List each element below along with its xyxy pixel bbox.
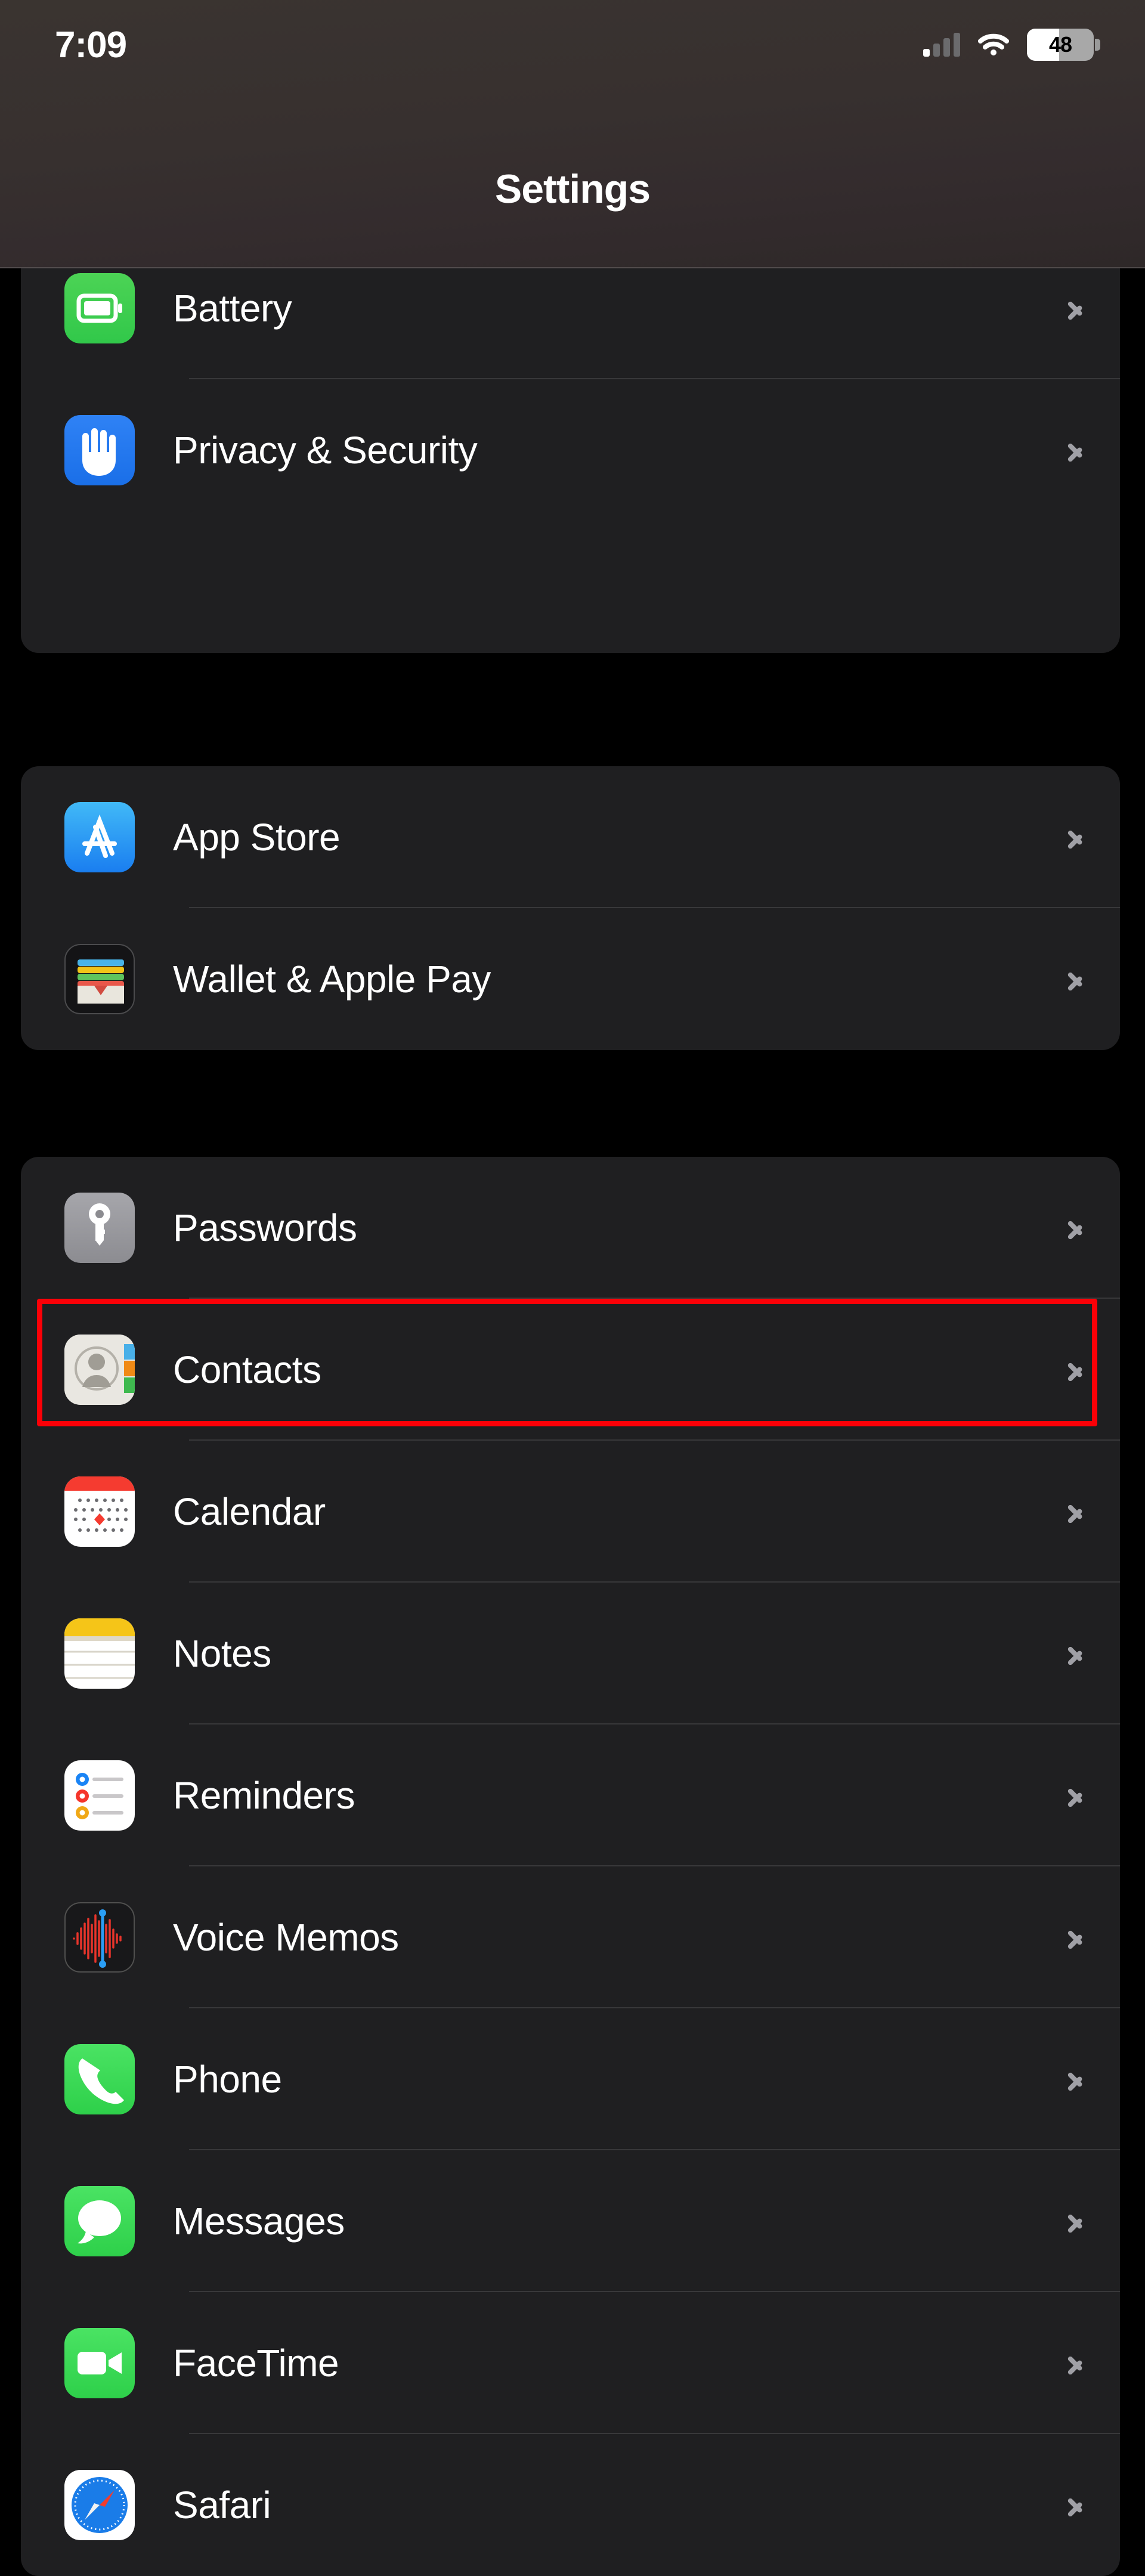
settings-list[interactable]: Exposure Notifications Battery <box>0 0 1145 2576</box>
chevron-right-icon <box>1067 1779 1085 1812</box>
settings-row-voice-memos[interactable]: Voice Memos <box>21 1866 1120 2008</box>
status-indicators: 48 <box>923 29 1100 61</box>
settings-group-store: App Store Wallet & Apple Pay <box>21 766 1120 1050</box>
settings-row-label: Passwords <box>173 1206 357 1249</box>
settings-row-label: Contacts <box>173 1348 321 1391</box>
chevron-right-icon <box>1067 1353 1085 1386</box>
settings-row-label: Phone <box>173 2058 282 2101</box>
settings-row-contacts[interactable]: Contacts <box>21 1299 1120 1441</box>
chevron-right-icon <box>1067 2205 1085 2238</box>
reminders-icon <box>64 1760 135 1831</box>
settings-row-label: Calendar <box>173 1490 326 1533</box>
passwords-key-icon <box>64 1193 135 1263</box>
settings-row-label: Messages <box>173 2200 345 2243</box>
chevron-right-icon <box>1067 2488 1085 2522</box>
battery-percent: 48 <box>1048 32 1072 57</box>
settings-row-facetime[interactable]: FaceTime <box>21 2292 1120 2434</box>
chevron-right-icon <box>1067 2063 1085 2096</box>
chevron-right-icon <box>1067 1637 1085 1670</box>
settings-row-privacy-security[interactable]: Privacy & Security <box>21 379 1120 521</box>
settings-row-label: App Store <box>173 816 341 859</box>
status-bar: 7:09 48 <box>0 0 1145 89</box>
facetime-icon <box>64 2328 135 2398</box>
chevron-right-icon <box>1067 434 1085 467</box>
battery-app-icon <box>64 273 135 343</box>
chevron-right-icon <box>1067 962 1085 996</box>
privacy-hand-icon <box>64 415 135 485</box>
settings-row-passwords[interactable]: Passwords <box>21 1157 1120 1299</box>
safari-icon <box>64 2470 135 2540</box>
settings-group-apps: Passwords Contacts Calendar Notes Remind… <box>21 1157 1120 2576</box>
settings-row-reminders[interactable]: Reminders <box>21 1724 1120 1866</box>
notes-icon <box>64 1618 135 1689</box>
settings-row-label: Privacy & Security <box>173 429 478 472</box>
messages-icon <box>64 2186 135 2256</box>
settings-row-label: Wallet & Apple Pay <box>173 958 491 1001</box>
settings-row-label: Battery <box>173 287 292 330</box>
chevron-right-icon <box>1067 1921 1085 1954</box>
contacts-icon <box>64 1335 135 1405</box>
page-title: Settings <box>494 166 651 212</box>
wifi-icon <box>978 33 1009 57</box>
voice-memos-icon <box>64 1902 135 1973</box>
settings-row-notes[interactable]: Notes <box>21 1583 1120 1724</box>
chevron-right-icon <box>1067 292 1085 325</box>
chevron-right-icon <box>1067 1495 1085 1528</box>
battery-icon: 48 <box>1027 29 1100 61</box>
settings-row-messages[interactable]: Messages <box>21 2150 1120 2292</box>
settings-row-label: Voice Memos <box>173 1916 399 1959</box>
status-clock: 7:09 <box>55 24 127 66</box>
settings-row-label: Reminders <box>173 1774 355 1817</box>
cellular-signal-icon <box>923 33 960 57</box>
settings-row-app-store[interactable]: App Store <box>21 766 1120 908</box>
app-store-icon <box>64 802 135 872</box>
chevron-right-icon <box>1067 1211 1085 1244</box>
settings-row-phone[interactable]: Phone <box>21 2008 1120 2150</box>
calendar-icon <box>64 1476 135 1547</box>
battery-tip <box>1095 39 1100 51</box>
settings-row-label: Safari <box>173 2484 271 2527</box>
settings-row-safari[interactable]: Safari <box>21 2434 1120 2576</box>
settings-row-label: FaceTime <box>173 2342 339 2385</box>
chevron-right-icon <box>1067 2346 1085 2380</box>
wallet-icon <box>64 944 135 1014</box>
settings-row-calendar[interactable]: Calendar <box>21 1441 1120 1583</box>
phone-icon <box>64 2044 135 2114</box>
settings-row-label: Notes <box>173 1632 271 1675</box>
chevron-right-icon <box>1067 821 1085 854</box>
settings-row-wallet-apple-pay[interactable]: Wallet & Apple Pay <box>21 908 1120 1050</box>
